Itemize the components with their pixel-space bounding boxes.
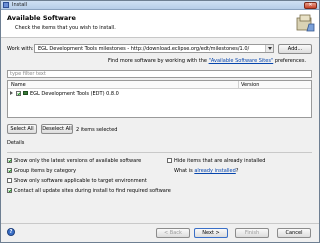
install-window: Install ✕ Available Software Check the i… (0, 0, 320, 243)
column-header-name[interactable]: Name (11, 82, 26, 88)
back-button[interactable]: < Back (156, 228, 190, 238)
deselect-all-button[interactable]: Deselect All (41, 124, 73, 134)
already-installed-link[interactable]: already installed (194, 168, 235, 174)
wizard-header: Available Software Check the items that … (1, 10, 319, 38)
already-installed-prefix: What is (174, 168, 195, 174)
details-area (7, 147, 312, 153)
page-description: Check the items that you wish to install… (15, 25, 116, 31)
hide-installed-checkbox[interactable] (167, 158, 172, 163)
close-button[interactable]: ✕ (304, 2, 317, 9)
filter-placeholder: type filter text (10, 71, 46, 77)
latest-versions-label: Show only the latest versions of availab… (14, 158, 142, 164)
already-installed-question: What is already installed? (174, 168, 238, 174)
column-divider (238, 81, 239, 89)
window-title: Install (12, 2, 28, 8)
app-icon (3, 2, 9, 8)
table-header: Name Version (8, 81, 311, 89)
selection-status: 2 items selected (76, 127, 118, 133)
available-sites-hint: Find more software by working with the "… (108, 58, 306, 64)
already-installed-suffix: ? (235, 168, 239, 174)
expand-arrow-icon[interactable] (10, 91, 13, 95)
applicable-only-checkbox[interactable] (7, 178, 12, 183)
help-icon[interactable]: ? (7, 228, 15, 236)
table-row[interactable]: EGL Development Tools (EDT) 0.8.0 (8, 90, 311, 98)
add-site-button[interactable]: Add... (278, 44, 312, 54)
hide-installed-label: Hide items that are already installed (174, 158, 266, 164)
latest-versions-checkbox[interactable] (7, 158, 12, 163)
column-header-version[interactable]: Version (241, 82, 259, 88)
work-with-value: EGL Development Tools milestones - http:… (38, 46, 250, 52)
footer-separator (1, 223, 319, 224)
software-tree-table[interactable]: Name Version EGL Development Tools (EDT)… (7, 80, 312, 118)
title-bar[interactable]: Install ✕ (1, 1, 319, 10)
details-label: Details (7, 140, 25, 146)
chevron-down-icon[interactable] (265, 45, 273, 52)
hint-prefix: Find more software by working with the (108, 58, 209, 64)
work-with-label: Work with: (7, 46, 34, 52)
cancel-button[interactable]: Cancel (277, 228, 311, 238)
available-software-sites-link[interactable]: "Available Software Sites" (209, 58, 274, 64)
row-checkbox[interactable] (16, 91, 21, 96)
applicable-only-label: Show only software applicable to target … (14, 178, 147, 184)
page-title: Available Software (7, 14, 76, 22)
work-with-combo[interactable]: EGL Development Tools milestones - http:… (34, 44, 274, 53)
group-by-category-label: Group items by category (14, 168, 77, 174)
hint-suffix: preferences. (273, 58, 307, 64)
select-all-button[interactable]: Select All (7, 124, 37, 134)
filter-input[interactable]: type filter text (7, 70, 312, 78)
install-banner-icon (296, 14, 315, 32)
finish-button[interactable]: Finish (235, 228, 269, 238)
group-by-category-checkbox[interactable] (7, 168, 12, 173)
contact-sites-checkbox[interactable] (7, 188, 12, 193)
category-icon (23, 91, 28, 95)
next-button[interactable]: Next > (194, 228, 228, 238)
contact-sites-label: Contact all update sites during install … (14, 188, 171, 194)
row-name: EGL Development Tools (EDT) 0.8.0 (30, 91, 119, 97)
